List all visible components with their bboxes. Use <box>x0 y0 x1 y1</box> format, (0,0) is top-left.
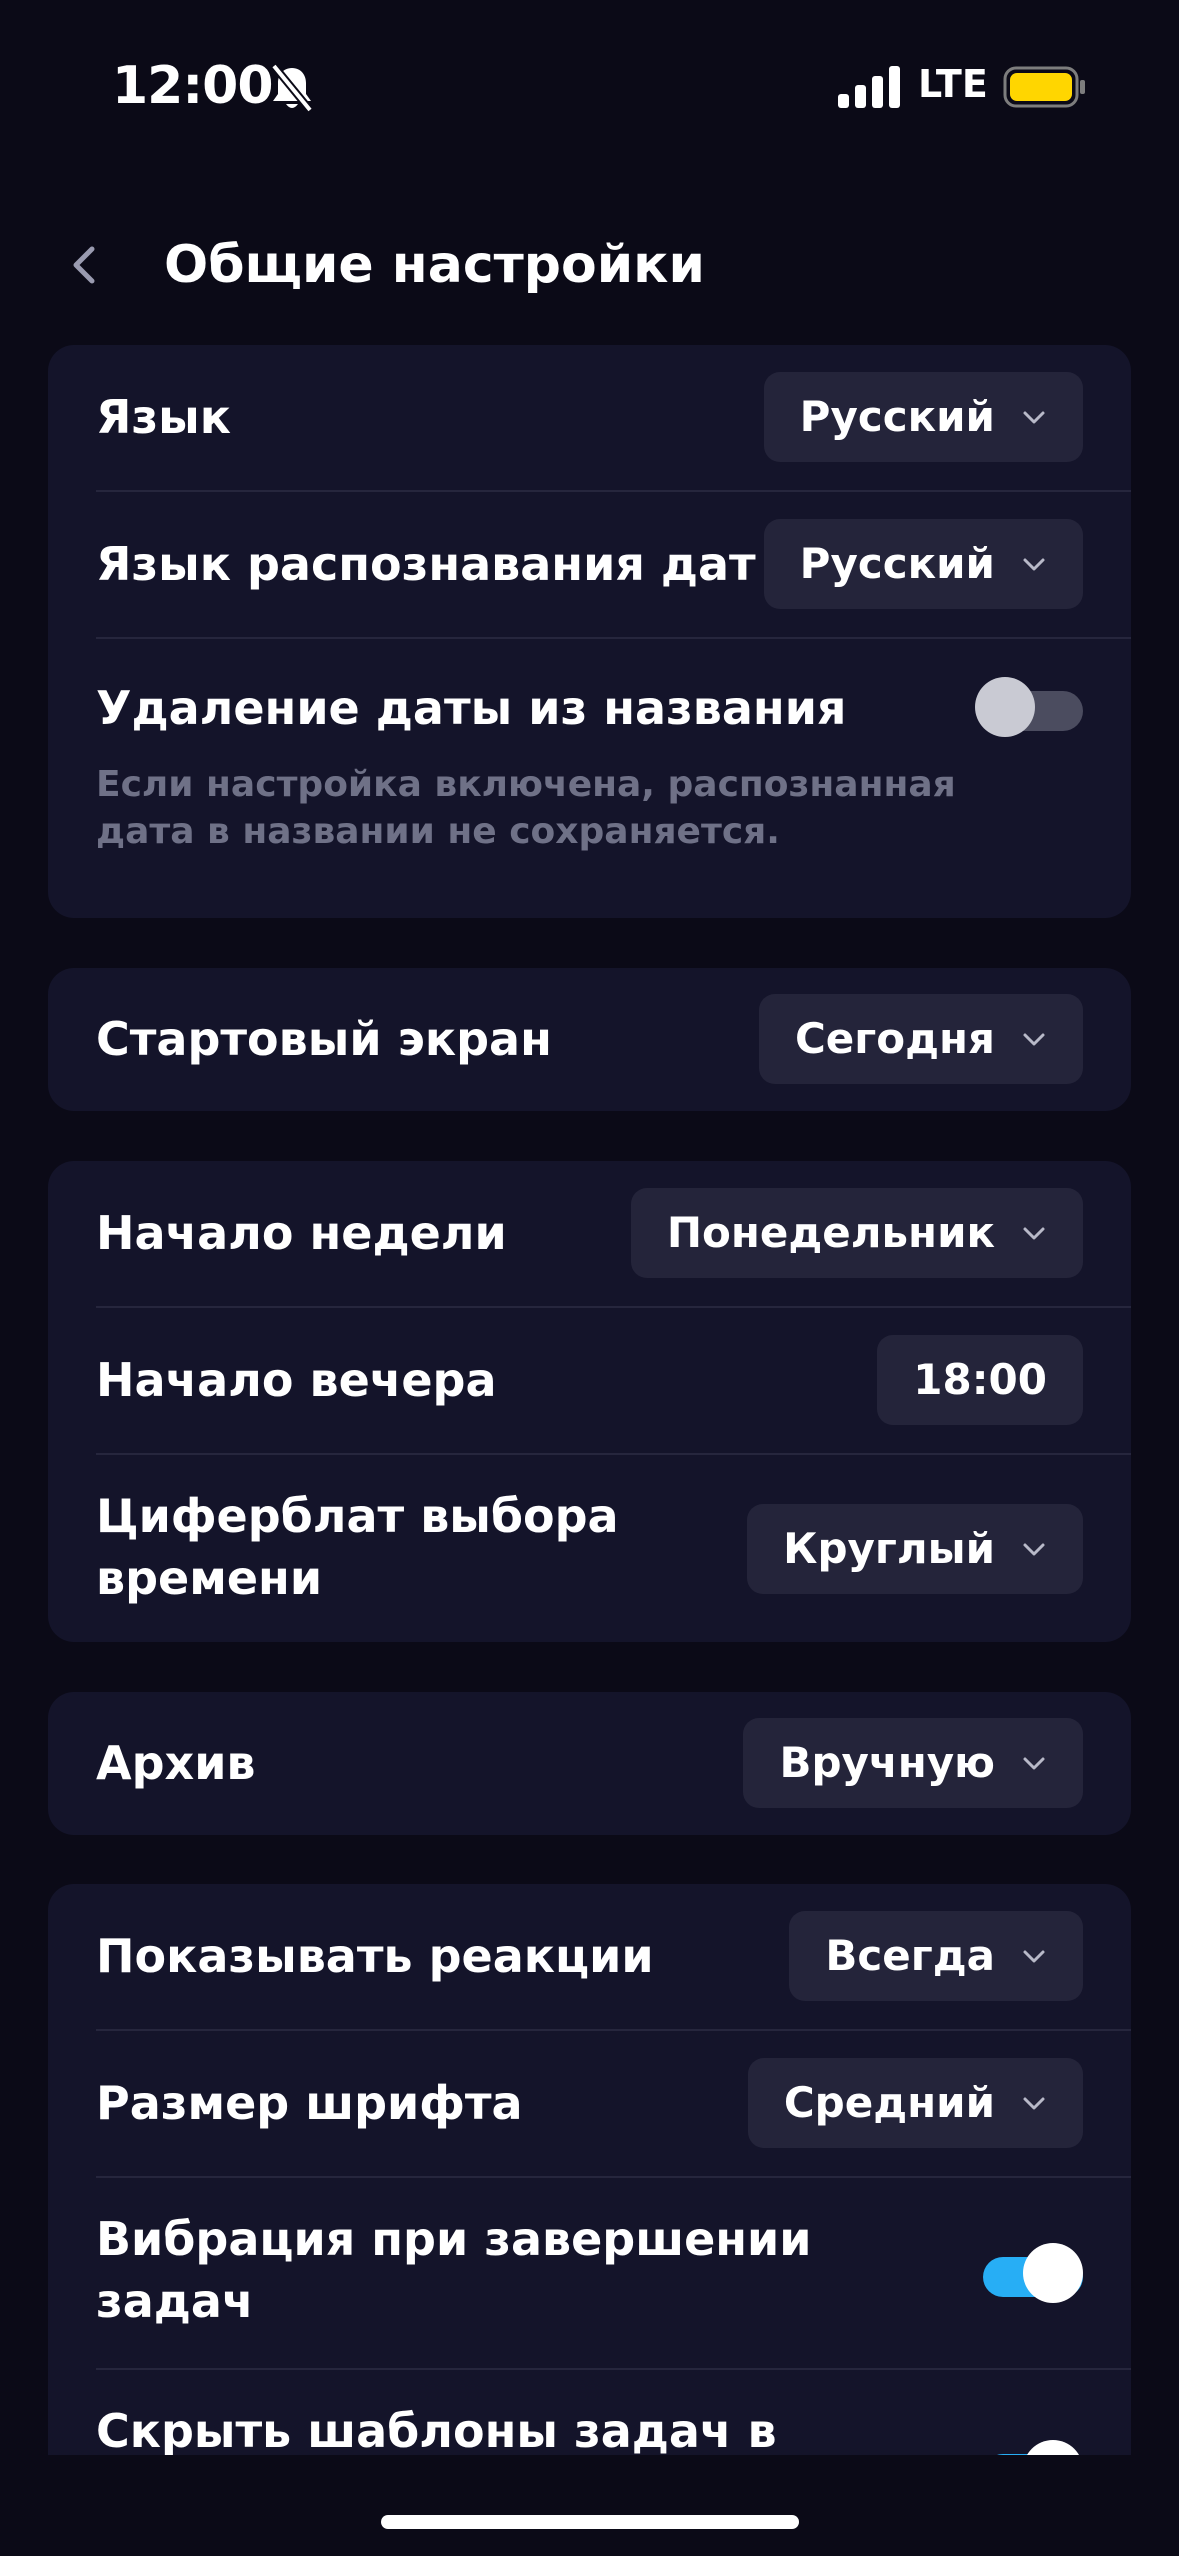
week-start-label: Начало недели <box>96 1206 507 1260</box>
chevron-down-icon <box>1023 1950 1045 1963</box>
start-screen-card: Стартовый экран Сегодня <box>48 968 1131 1111</box>
vibration-label: Вибрация при завершении задач <box>96 2212 812 2328</box>
battery-icon <box>1003 66 1085 108</box>
reactions-row: Показывать реакции Всегда <box>48 1884 1131 2029</box>
remove-date-label: Удаление даты из названия <box>96 681 847 735</box>
font-size-value: Средний <box>783 2078 995 2127</box>
remove-date-row: Удаление даты из названия Если настройка… <box>48 639 1131 918</box>
date-recognition-value: Русский <box>799 539 995 588</box>
bottom-safe-area <box>0 2455 1179 2556</box>
status-bar: 12:00 LTE <box>0 0 1179 175</box>
archive-value: Вручную <box>779 1738 995 1787</box>
archive-row: Архив Вручную <box>48 1692 1131 1835</box>
reactions-label: Показывать реакции <box>96 1929 654 1983</box>
start-screen-row: Стартовый экран Сегодня <box>48 968 1131 1111</box>
font-size-row: Размер шрифта Средний <box>48 2031 1131 2176</box>
reactions-dropdown[interactable]: Всегда <box>789 1911 1083 2001</box>
reactions-value: Всегда <box>825 1931 995 1980</box>
signal-icon <box>838 66 900 108</box>
chevron-down-icon <box>1023 1227 1045 1240</box>
language-card: Язык Русский Язык распознавания дат Русс… <box>48 345 1131 918</box>
evening-start-label: Начало вечера <box>96 1353 497 1407</box>
date-recognition-dropdown[interactable]: Русский <box>763 519 1083 609</box>
status-time: 12:00 <box>112 56 274 116</box>
evening-start-row: Начало вечера 18:00 <box>48 1308 1131 1453</box>
clock-picker-dropdown[interactable]: Круглый <box>747 1504 1083 1594</box>
archive-label: Архив <box>96 1736 256 1790</box>
language-dropdown[interactable]: Русский <box>763 372 1083 462</box>
week-start-dropdown[interactable]: Понедельник <box>630 1188 1083 1278</box>
chevron-down-icon <box>1023 1757 1045 1770</box>
date-recognition-label: Язык распознавания дат <box>96 537 756 591</box>
network-type: LTE <box>918 62 988 106</box>
start-screen-value: Сегодня <box>794 1014 995 1063</box>
remove-date-toggle[interactable] <box>975 677 1083 737</box>
archive-card: Архив Вручную <box>48 1692 1131 1835</box>
language-label: Язык <box>96 390 231 444</box>
page-title: Общие настройки <box>164 235 705 295</box>
chevron-down-icon <box>1023 558 1045 571</box>
date-recognition-row: Язык распознавания дат Русский <box>48 492 1131 637</box>
chevron-down-icon <box>1023 1033 1045 1046</box>
chevron-down-icon <box>1023 1543 1045 1556</box>
vibration-toggle[interactable] <box>975 2243 1083 2303</box>
chevron-down-icon <box>1023 2097 1045 2110</box>
font-size-dropdown[interactable]: Средний <box>747 2058 1083 2148</box>
hide-templates-label: Скрыть шаблоны задач в <box>96 2404 777 2458</box>
chevron-left-icon[interactable] <box>60 235 110 295</box>
language-row: Язык Русский <box>48 345 1131 490</box>
week-start-value: Понедельник <box>666 1208 995 1257</box>
archive-dropdown[interactable]: Вручную <box>743 1718 1083 1808</box>
language-value: Русский <box>799 392 995 441</box>
bell-off-icon <box>270 63 314 113</box>
time-settings-card: Начало недели Понедельник Начало вечера … <box>48 1161 1131 1642</box>
evening-start-time-field[interactable]: 18:00 <box>877 1335 1083 1425</box>
clock-picker-row: Циферблат выбора времени Круглый <box>48 1455 1131 1642</box>
clock-picker-label: Циферблат выбора времени <box>96 1489 619 1605</box>
week-start-row: Начало недели Понедельник <box>48 1161 1131 1306</box>
start-screen-dropdown[interactable]: Сегодня <box>758 994 1083 1084</box>
vibration-row: Вибрация при завершении задач <box>48 2178 1131 2368</box>
display-card: Показывать реакции Всегда Размер шрифта … <box>48 1884 1131 2484</box>
toggle-knob <box>975 677 1035 737</box>
chevron-down-icon <box>1023 411 1045 424</box>
start-screen-label: Стартовый экран <box>96 1012 552 1066</box>
toggle-knob <box>1023 2243 1083 2303</box>
home-indicator[interactable] <box>381 2515 799 2529</box>
clock-picker-value: Круглый <box>783 1524 995 1573</box>
font-size-label: Размер шрифта <box>96 2076 523 2130</box>
remove-date-hint: Если настройка включена, распознанная да… <box>96 764 956 852</box>
navigation-bar: Общие настройки <box>0 205 1179 315</box>
